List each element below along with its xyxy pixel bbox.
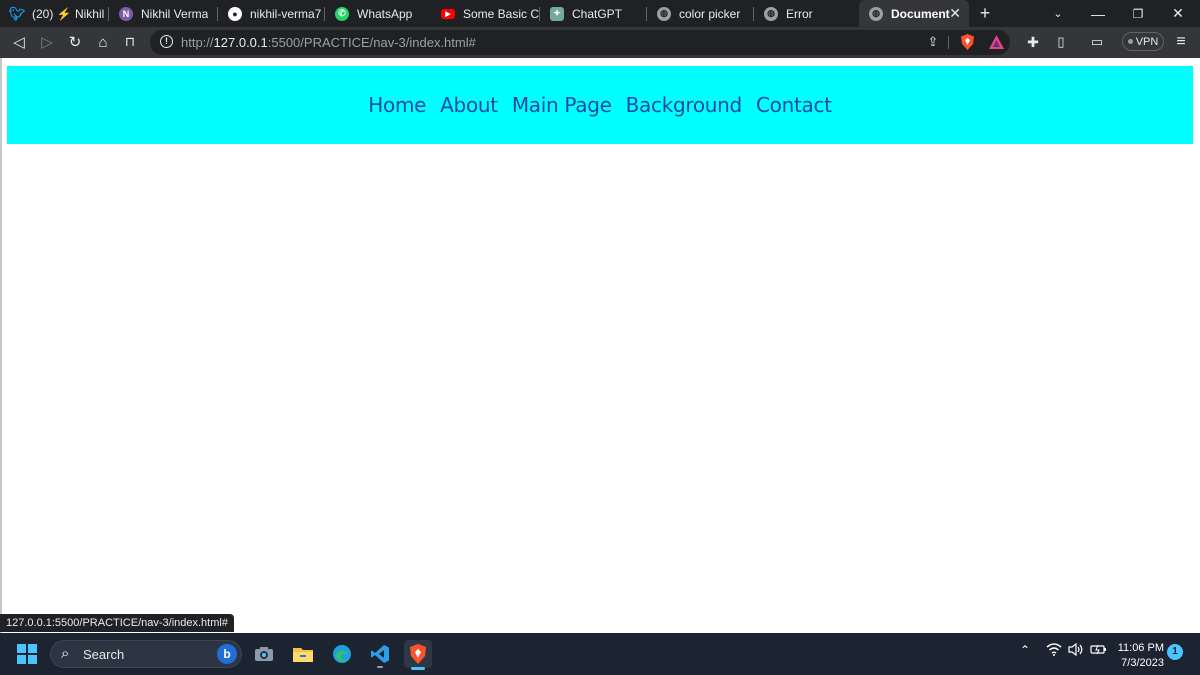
tab-title: Nikhil Verma xyxy=(141,6,209,21)
tab-title: Document xyxy=(891,6,950,21)
github-icon: ● xyxy=(228,6,242,21)
search-icon: ⌕ xyxy=(61,645,70,662)
tab-search-chevron-icon[interactable]: ⌄ xyxy=(1038,0,1078,27)
close-tab-icon[interactable]: ✕ xyxy=(949,5,961,22)
nav-link-about[interactable]: About xyxy=(440,93,498,117)
show-hidden-icons-chevron-icon[interactable]: ⌃ xyxy=(1020,643,1030,657)
minimize-icon[interactable]: — xyxy=(1078,0,1118,27)
restore-icon[interactable]: ❐ xyxy=(1118,0,1158,27)
file-explorer-icon[interactable] xyxy=(289,640,317,668)
battery-icon[interactable] xyxy=(1090,643,1107,659)
url-host: 127.0.0.1 xyxy=(213,35,268,50)
tab-title: WhatsApp xyxy=(357,6,413,21)
nav-link-home[interactable]: Home xyxy=(368,93,426,117)
reload-icon[interactable]: ↻ xyxy=(64,31,86,53)
bing-icon[interactable]: b xyxy=(217,644,237,664)
new-tab-button[interactable]: + xyxy=(965,0,1005,27)
site-navbar: Home About Main Page Background Contact xyxy=(7,66,1193,144)
site-info-icon[interactable]: ! xyxy=(160,35,173,48)
tab-whatsapp[interactable]: ✆ WhatsApp xyxy=(325,0,431,27)
camera-app-icon[interactable] xyxy=(250,640,278,668)
profile-icon: N xyxy=(119,6,133,21)
windows-taskbar: ⌕ Search b ⌃ 11:06 PM 7/3/2023 1 xyxy=(0,633,1200,675)
chatgpt-icon: ✦ xyxy=(550,6,564,21)
vpn-button[interactable]: VPN xyxy=(1122,32,1164,51)
close-window-icon[interactable]: ✕ xyxy=(1158,0,1198,27)
wallet-icon[interactable]: ▭ xyxy=(1086,31,1108,53)
clock-time: 11:06 PM xyxy=(1117,642,1164,654)
active-indicator xyxy=(411,667,425,670)
tab-document-active[interactable]: ◍ Document ✕ xyxy=(859,0,969,27)
browser-toolbar: ◁ ▷ ↻ ⌂ ⊓ ! http://127.0.0.1:5500/PRACTI… xyxy=(0,27,1200,58)
tab-title: nikhil-verma7 (N xyxy=(250,6,324,21)
tab-color-picker[interactable]: ◍ color picker xyxy=(647,0,753,27)
tab-nikhil-verma[interactable]: N Nikhil Verma xyxy=(109,0,217,27)
share-icon[interactable]: ⇪ xyxy=(922,31,944,53)
brave-browser-icon[interactable] xyxy=(404,640,432,670)
url-prefix: http:// xyxy=(181,35,214,50)
search-label: Search xyxy=(83,647,125,662)
tab-title: (20) ⚡ Nikhil Ve xyxy=(32,6,108,21)
tab-title: Error xyxy=(786,6,813,21)
forward-icon[interactable]: ▷ xyxy=(36,31,58,53)
running-indicator xyxy=(377,666,383,668)
nav-link-contact[interactable]: Contact xyxy=(756,93,832,117)
sidebar-icon[interactable]: ▯ xyxy=(1050,31,1072,53)
viewport-edge xyxy=(0,58,2,633)
divider xyxy=(948,36,949,49)
tab-chatgpt[interactable]: ✦ ChatGPT xyxy=(540,0,646,27)
vpn-label: VPN xyxy=(1135,35,1159,48)
link-status-tooltip: 127.0.0.1:5500/PRACTICE/nav-3/index.html… xyxy=(0,614,234,632)
vscode-icon[interactable] xyxy=(366,640,394,668)
globe-icon: ◍ xyxy=(869,6,883,21)
url-path: :5500/PRACTICE/nav-3/index.html# xyxy=(267,35,476,50)
tab-github[interactable]: ● nikhil-verma7 (N xyxy=(218,0,324,27)
menu-icon[interactable]: ≡ xyxy=(1170,31,1192,53)
tab-title: Some Basic Con xyxy=(463,6,539,21)
brave-shields-icon[interactable] xyxy=(956,31,978,53)
home-icon[interactable]: ⌂ xyxy=(92,31,114,53)
globe-icon: ◍ xyxy=(657,6,671,21)
tab-title: color picker xyxy=(679,6,741,21)
twitter-icon: 🐦︎ xyxy=(8,5,26,21)
whatsapp-icon: ✆ xyxy=(335,6,349,21)
globe-icon: ◍ xyxy=(764,6,778,21)
nav-link-background[interactable]: Background xyxy=(626,93,743,117)
address-bar[interactable]: ! http://127.0.0.1:5500/PRACTICE/nav-3/i… xyxy=(150,30,1010,55)
browser-tab-strip: 🐦︎ (20) ⚡ Nikhil Ve N Nikhil Verma ● nik… xyxy=(0,0,1200,27)
url-text[interactable]: http://127.0.0.1:5500/PRACTICE/nav-3/ind… xyxy=(181,35,476,50)
youtube-icon: ▶ xyxy=(441,8,455,19)
nav-link-main-page[interactable]: Main Page xyxy=(512,93,612,117)
notification-badge[interactable]: 1 xyxy=(1167,644,1183,660)
tab-title: ChatGPT xyxy=(572,6,623,21)
page-viewport: Home About Main Page Background Contact … xyxy=(0,58,1200,633)
tab-error[interactable]: ◍ Error xyxy=(754,0,858,27)
extensions-icon[interactable]: ✚ xyxy=(1022,31,1044,53)
edge-browser-icon[interactable] xyxy=(328,640,356,668)
vpn-status-dot xyxy=(1127,39,1133,44)
taskbar-search-box[interactable]: ⌕ Search b xyxy=(50,640,242,668)
brave-rewards-icon[interactable] xyxy=(985,31,1007,53)
volume-icon[interactable] xyxy=(1068,642,1084,659)
system-clock[interactable]: 11:06 PM 7/3/2023 xyxy=(1112,641,1164,671)
clock-date: 7/3/2023 xyxy=(1121,657,1164,669)
back-icon[interactable]: ◁ xyxy=(8,31,30,53)
tab-youtube[interactable]: ▶ Some Basic Con xyxy=(431,0,539,27)
tab-twitter[interactable]: 🐦︎ (20) ⚡ Nikhil Ve xyxy=(0,0,108,27)
windows-start-icon[interactable] xyxy=(17,644,37,664)
wifi-icon[interactable] xyxy=(1046,643,1062,659)
bookmark-icon[interactable]: ⊓ xyxy=(119,31,141,53)
